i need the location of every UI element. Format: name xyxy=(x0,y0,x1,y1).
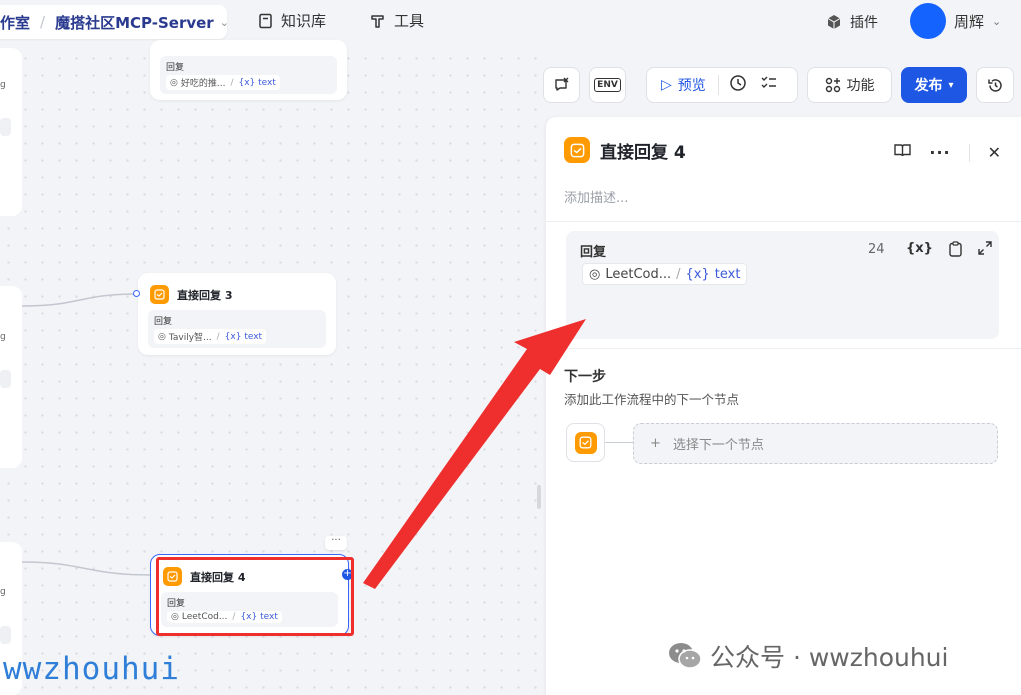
annotation-arrow xyxy=(363,319,586,589)
watermark-right-text: 公众号 · wwzhouhui xyxy=(710,643,949,672)
watermark-right: 公众号 · wwzhouhui xyxy=(668,638,948,674)
wechat-icon xyxy=(669,643,702,669)
watermark-left: wwzhouhui xyxy=(3,651,180,687)
